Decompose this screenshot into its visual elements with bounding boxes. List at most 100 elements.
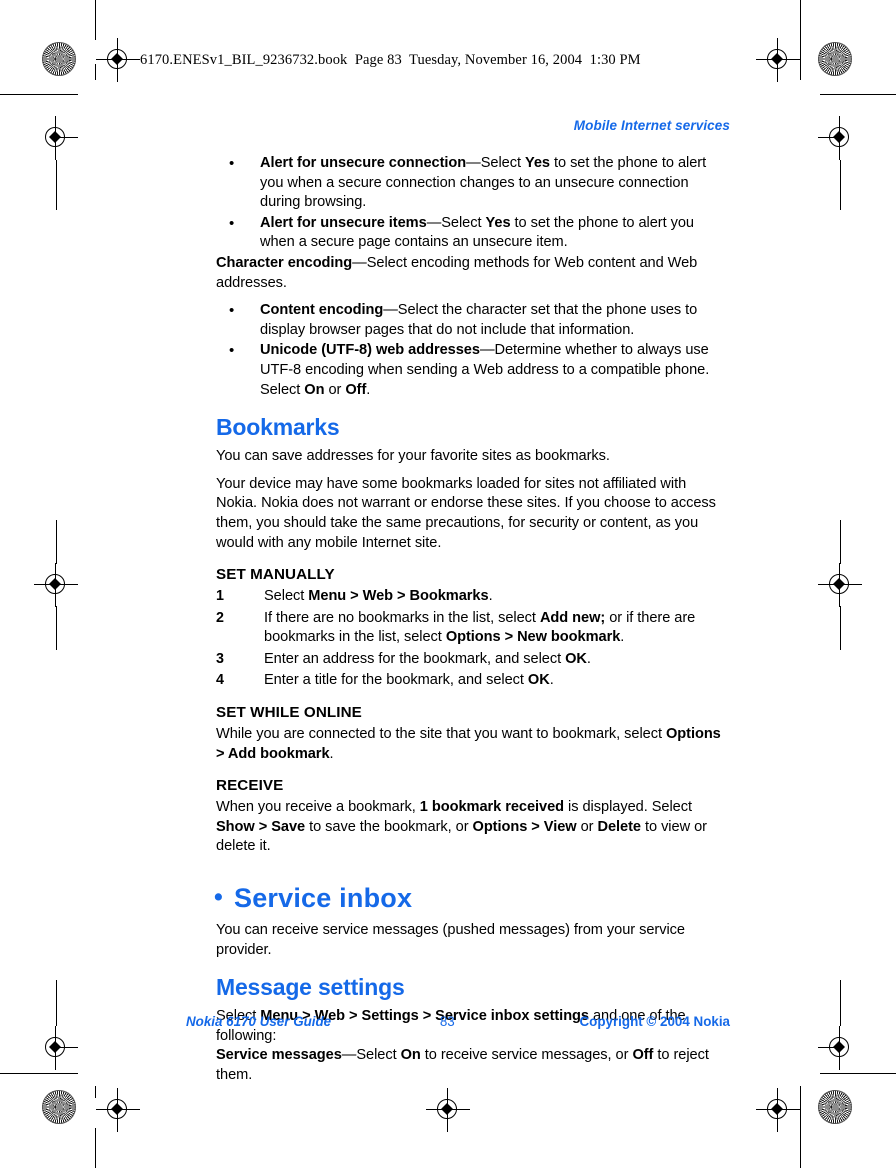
set-while-online-paragraph: While you are connected to the site that… <box>216 725 730 764</box>
bullet-text-mid: or <box>324 381 346 398</box>
text-pre: While you are connected to the site that… <box>216 726 666 743</box>
trim-line-middle-left-vertical <box>56 520 57 564</box>
section-heading-bookmarks: Bookmarks <box>216 414 340 441</box>
registration-mark-middle-left <box>34 563 78 607</box>
bullet-text-cont: . <box>366 381 371 398</box>
trim-line-lower-left-vertical <box>56 980 57 1026</box>
bullet-emphasis: Yes <box>524 155 550 171</box>
trim-line-upper-left-horizontal <box>0 94 78 95</box>
trim-line-upper-left-vertical <box>56 160 57 210</box>
step-number: 2 <box>216 609 224 626</box>
list-item: Unicode (UTF-8) web addresses—Determine … <box>216 341 730 400</box>
character-encoding-paragraph: Character encoding—Select encoding metho… <box>216 254 730 293</box>
set-manually-step-list: 1 Select Menu > Web > Bookmarks. 2 If ther… <box>216 587 730 691</box>
registration-mark-bottom-left-inner <box>96 1088 140 1132</box>
trim-line-bottom-right-vertical <box>800 1086 801 1168</box>
page-footer: Nokia 6170 User Guide 83 Copyright © 200… <box>186 1014 730 1029</box>
list-item: Content encoding—Select the character se… <box>216 301 730 340</box>
security-alert-bullet-list: Alert for unsecure connection—Select Yes… <box>216 154 730 253</box>
trim-line-top-left-vertical-2 <box>95 64 96 80</box>
step-emphasis-2: Options > New bookmark <box>445 629 621 646</box>
text-emphasis-off: Off <box>632 1047 654 1064</box>
rosette-mark-bottom-right <box>818 1090 852 1124</box>
trim-line-middle-right-vertical <box>840 520 841 564</box>
text-emphasis-4: Delete <box>597 818 641 835</box>
trim-line-middle-right-vertical-b <box>840 606 841 650</box>
step-emphasis: Menu > Web > Bookmarks <box>308 588 489 605</box>
bookmarks-paragraph-2: Your device may have some bookmarks load… <box>216 475 716 551</box>
text-emphasis-3: Options > View <box>472 818 577 835</box>
step-text-pre: If there are no bookmarks in the list, s… <box>264 609 540 626</box>
registration-mark-bottom-right-inner <box>756 1088 800 1132</box>
trim-line-lower-right-horizontal <box>820 1073 896 1074</box>
footer-guide-title: Nokia 6170 User Guide <box>186 1014 332 1029</box>
registration-mark-lower-right-corner <box>818 1026 862 1070</box>
step-emphasis: OK <box>565 650 587 667</box>
message-settings-paragraph-2: Service messages—Select On to receive se… <box>216 1046 730 1085</box>
trim-line-bottom-left-vertical-2 <box>95 1128 96 1168</box>
chapter-heading-service-inbox: Service inbox <box>214 882 730 913</box>
bullet-term: Alert for unsecure connection <box>260 155 467 171</box>
trim-line-lower-right-vertical <box>840 980 841 1026</box>
definition-term: Service messages <box>216 1047 342 1064</box>
definition-term: Character encoding <box>216 254 353 271</box>
trim-line-top-right-vertical <box>800 0 801 80</box>
page-content: Mobile Internet services Alert for unsec… <box>214 118 730 1094</box>
trim-line-upper-right-vertical <box>840 160 841 210</box>
bullet-text: —Select <box>426 214 486 231</box>
text-emphasis-2: Show > Save <box>216 818 306 835</box>
registration-mark-lower-left-corner <box>34 1026 78 1070</box>
registration-mark-upper-left-corner <box>34 116 78 160</box>
subheading-receive: RECEIVE <box>216 777 284 795</box>
step-text-post: . <box>586 650 591 667</box>
trim-line-top-left-vertical <box>95 0 96 40</box>
rosette-mark-top-left <box>42 42 76 76</box>
service-inbox-paragraph: You can receive service messages (pushed… <box>216 922 685 958</box>
footer-page-number: 83 <box>439 1014 455 1029</box>
bullet-term: Unicode (UTF-8) web addresses <box>260 342 480 359</box>
trim-line-lower-left-horizontal <box>0 1073 78 1074</box>
text-post: . <box>329 745 334 762</box>
step-text-post: . <box>549 672 554 689</box>
step-number: 1 <box>216 588 224 605</box>
bullet-term: Alert for unsecure items <box>260 214 427 231</box>
receive-paragraph: When you receive a bookmark, 1 bookmark … <box>216 798 730 857</box>
subheading-set-while-online: SET WHILE ONLINE <box>216 704 362 722</box>
list-item: 2 If there are no bookmarks in the list, … <box>216 609 730 648</box>
step-text-post-2: . <box>620 629 625 646</box>
step-number: 3 <box>216 650 224 667</box>
trim-line-bottom-left-vertical <box>95 1086 96 1098</box>
text-mid-2: to receive service messages, or <box>420 1047 633 1064</box>
text-pre: When you receive a bookmark, <box>216 799 420 816</box>
list-item: 3 Enter an address for the bookmark, and … <box>216 650 730 670</box>
bullet-emphasis-on: On <box>304 381 325 398</box>
trim-line-upper-right-horizontal <box>820 94 896 95</box>
step-text-post: . <box>488 588 493 605</box>
list-item: 1 Select Menu > Web > Bookmarks. <box>216 587 730 607</box>
rosette-mark-bottom-left <box>42 1090 76 1124</box>
bullet-term: Content encoding <box>260 302 384 319</box>
registration-mark-upper-right-corner <box>818 116 862 160</box>
running-head: Mobile Internet services <box>573 118 730 133</box>
text-mid-1: is displayed. Select <box>564 799 692 816</box>
bookmarks-paragraph-1: You can save addresses for your favorite… <box>216 448 610 465</box>
bullet-emphasis-off: Off <box>345 381 367 398</box>
text-mid-3: or <box>576 818 598 835</box>
bullet-text: —Select <box>466 155 525 171</box>
text-emphasis-on: On <box>400 1047 421 1064</box>
step-text-pre: Enter an address for the bookmark, and s… <box>264 650 566 667</box>
step-text-pre: Enter a title for the bookmark, and sele… <box>264 672 528 689</box>
bullet-emphasis: Yes <box>485 214 511 231</box>
encoding-bullet-list: Content encoding—Select the character se… <box>216 301 730 400</box>
trim-line-middle-left-vertical-b <box>56 606 57 650</box>
list-item: Alert for unsecure connection—Select Yes… <box>216 154 730 213</box>
text-emphasis-1: 1 bookmark received <box>419 799 565 816</box>
section-heading-message-settings: Message settings <box>216 974 405 1001</box>
file-info-slug: 6170.ENESv1_BIL_9236732.book Page 83 Tue… <box>140 52 641 68</box>
rosette-mark-top-right <box>818 42 852 76</box>
page-canvas: 6170.ENESv1_BIL_9236732.book Page 83 Tue… <box>0 0 896 1168</box>
step-number: 4 <box>216 672 224 689</box>
subheading-set-manually: SET MANUALLY <box>216 566 335 584</box>
registration-mark-bottom-center <box>426 1088 470 1132</box>
step-emphasis: Add new; <box>539 609 606 626</box>
